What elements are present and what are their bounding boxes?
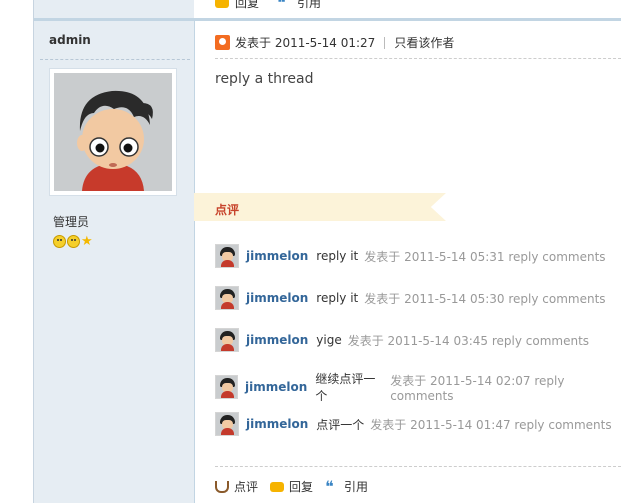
author-rank-icons: ★ [53, 235, 93, 248]
comment-avatar[interactable] [215, 286, 239, 310]
comment-item: jimmelon reply it 发表于 2011-5-14 05:31 re… [215, 244, 606, 268]
online-user-icon [215, 35, 230, 50]
comment-username[interactable]: jimmelon [246, 291, 308, 305]
reply-icon [215, 0, 229, 8]
comment-button[interactable]: 点评 [215, 478, 258, 495]
quote-button[interactable]: ❝ 引用 [325, 478, 368, 495]
top-quote-label: 引用 [297, 0, 322, 10]
comment-text: reply it [316, 291, 359, 305]
comment-avatar[interactable] [215, 328, 239, 352]
post-footer-divider [215, 466, 621, 467]
comment-time[interactable]: 发表于 2011-5-14 03:45 reply comments [348, 332, 589, 349]
author-avatar[interactable] [49, 68, 177, 196]
comment-text: 点评一个 [316, 417, 365, 432]
comment-button-label: 点评 [234, 480, 259, 494]
quote-icon: ❝ [277, 0, 286, 12]
comment-item: jimmelon 继续点评一个 发表于 2011-5-14 02:07 repl… [215, 370, 621, 404]
quote-icon: ❝ [325, 476, 334, 496]
author-name-link[interactable]: admin [49, 33, 91, 47]
post-actions: 点评 回复 ❝ 引用 [215, 478, 370, 495]
comment-text: yige [316, 333, 342, 347]
top-reply-label: 回复 [235, 0, 260, 10]
smiley-icon [67, 235, 80, 248]
avatar-image [54, 73, 172, 191]
comment-text: reply it [316, 249, 359, 263]
comment-item: jimmelon 点评一个 发表于 2011-5-14 01:47 reply … [215, 412, 612, 436]
comment-avatar[interactable] [215, 244, 239, 268]
comment-username[interactable]: jimmelon [245, 380, 307, 394]
star-icon: ★ [81, 234, 93, 249]
reply-icon [270, 481, 285, 492]
comment-item: jimmelon yige 发表于 2011-5-14 03:45 reply … [215, 328, 589, 352]
cartoon-avatar-icon [54, 73, 172, 191]
left-gutter [0, 0, 34, 503]
meta-divider [384, 36, 386, 49]
author-role: 管理员 [53, 215, 90, 229]
coffee-cup-icon [215, 480, 229, 493]
top-reply-button[interactable]: 回复 [215, 0, 259, 11]
comment-avatar[interactable] [215, 412, 239, 436]
comments-title: 点评 [215, 203, 240, 217]
comment-time[interactable]: 发表于 2011-5-14 02:07 reply comments [390, 372, 621, 403]
top-quote-button[interactable]: ❝ 引用 [277, 0, 321, 11]
smiley-icon [53, 235, 66, 248]
reply-button-label: 回复 [289, 480, 314, 494]
comment-time[interactable]: 发表于 2011-5-14 05:30 reply comments [364, 290, 605, 307]
author-divider [40, 59, 190, 60]
post-header-divider [215, 58, 621, 59]
reply-button[interactable]: 回复 [270, 478, 313, 495]
post-date: 发表于 2011-5-14 01:27 [235, 36, 376, 50]
comment-item: jimmelon reply it 发表于 2011-5-14 05:30 re… [215, 286, 606, 310]
comment-username[interactable]: jimmelon [246, 417, 308, 431]
comment-username[interactable]: jimmelon [246, 249, 308, 263]
post-content: reply a thread [215, 71, 314, 87]
post-separator [34, 18, 621, 21]
only-author-link[interactable]: 只看该作者 [394, 34, 454, 51]
quote-button-label: 引用 [344, 480, 369, 494]
comment-time[interactable]: 发表于 2011-5-14 05:31 reply comments [364, 248, 605, 265]
comment-username[interactable]: jimmelon [246, 333, 308, 347]
comment-avatar[interactable] [215, 375, 239, 399]
comment-text: 继续点评一个 [315, 372, 376, 403]
comment-time[interactable]: 发表于 2011-5-14 01:47 reply comments [370, 416, 611, 433]
post-meta: 发表于 2011-5-14 01:27 只看该作者 [215, 34, 454, 51]
previous-post-actions: 回复 ❝ 引用 [215, 0, 321, 11]
